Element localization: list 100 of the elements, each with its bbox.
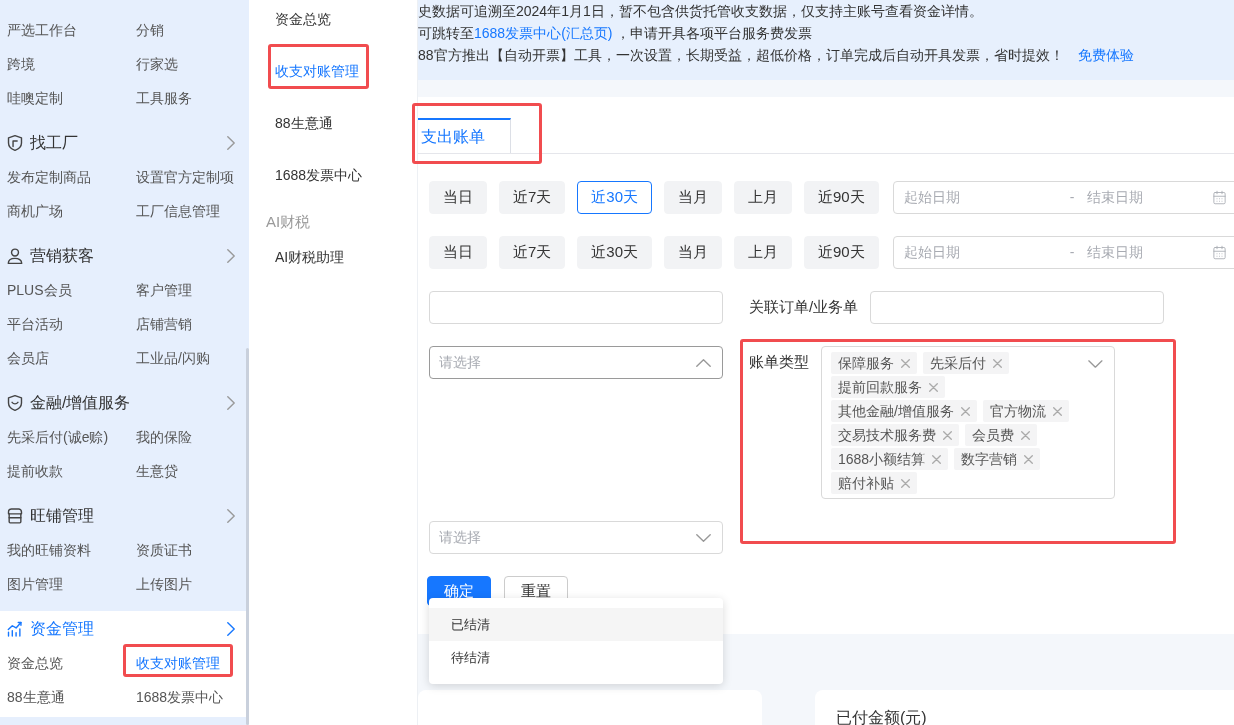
sidebar-link[interactable]: 我的保险 (136, 427, 192, 447)
sidebar-link[interactable]: 平台活动 (7, 314, 63, 334)
field-label: 关联订单/业务单 (749, 297, 859, 318)
sidebar-link[interactable]: 工厂信息管理 (136, 201, 220, 221)
chevron-right-icon (227, 395, 235, 410)
tag-label: 1688小额结算 (838, 450, 926, 469)
chevron-down-icon (1088, 360, 1103, 368)
submenu-link[interactable]: 1688发票中心 (275, 165, 363, 185)
chevron-up-icon (696, 358, 711, 367)
sidebar-link[interactable]: 设置官方定制项 (136, 167, 234, 187)
tag-label: 保障服务 (838, 354, 894, 373)
tag-label: 会员费 (972, 426, 1014, 445)
date-preset-button[interactable]: 上月 (734, 236, 793, 269)
notice-text: 史数据可追溯至2024年1月1日，暂不包含供货托管收支数据，仅支持主账号查看资金详情。 (418, 2, 984, 21)
sidebar-link[interactable]: 图片管理 (7, 574, 63, 594)
close-icon[interactable] (943, 430, 952, 440)
close-icon[interactable] (993, 358, 1002, 368)
sidebar-link[interactable]: 客户管理 (136, 280, 192, 300)
date-preset-button[interactable]: 当日 (429, 181, 487, 214)
select-placeholder: 请选择 (439, 353, 481, 372)
multi-select-field[interactable]: 保障服务 先采后付 提前回款服务 其他金融/增值服务 官方物流 交易技术服务费 会员费 1688小额结算 数字营销 赔付补贴 (821, 346, 1115, 499)
sidebar-link[interactable]: 工具服务 (136, 88, 192, 108)
chevron-right-icon (227, 508, 235, 523)
date-preset-button[interactable]: 当月 (664, 181, 723, 214)
calendar-icon (1211, 245, 1227, 260)
close-icon[interactable] (901, 358, 910, 368)
close-icon[interactable] (960, 406, 970, 416)
tag-label: 提前回款服务 (838, 378, 922, 397)
chevron-right-icon (227, 135, 235, 150)
sidebar-section-header[interactable]: 找工厂 (0, 125, 246, 160)
dropdown-option[interactable]: 待结清 (429, 641, 723, 674)
dropdown-option[interactable]: 已结清 (429, 608, 723, 641)
select-placeholder: 请选择 (439, 528, 481, 547)
submenu-link[interactable]: AI财税助理 (275, 247, 345, 267)
close-icon[interactable] (932, 454, 942, 464)
chevron-right-icon (227, 621, 235, 636)
shield-icon (7, 394, 23, 411)
text-input[interactable] (429, 291, 723, 324)
scrollbar-thumb[interactable] (246, 348, 249, 725)
start-date-placeholder: 起始日期 (903, 189, 960, 205)
date-preset-button[interactable]: 当日 (429, 236, 487, 269)
sidebar-link[interactable]: 工业品/闪购 (136, 348, 210, 368)
date-preset-button[interactable]: 近30天 (577, 181, 653, 214)
field-label: 账单类型 (749, 352, 809, 372)
close-icon[interactable] (1021, 430, 1030, 440)
sidebar-section-header[interactable]: 营销获客 (0, 238, 246, 273)
notice-link[interactable]: 免费体验 (1077, 47, 1134, 63)
date-preset-button[interactable]: 近90天 (804, 236, 879, 269)
date-preset-button[interactable]: 近30天 (577, 236, 653, 269)
start-date-placeholder: 起始日期 (903, 244, 960, 260)
sidebar-link[interactable]: 店铺营销 (136, 314, 192, 334)
notice-text: 88官方推出【自动开票】工具，一次设置，长期受益，超低价格，订单完成后自动开具发票，省时提效！ 免费体验 (418, 46, 1135, 65)
sidebar-link[interactable]: 先采后付(诚e赊) (7, 427, 109, 447)
date-preset-button[interactable]: 近7天 (499, 181, 566, 214)
sidebar-section-header[interactable]: 资金管理 (0, 611, 246, 646)
sidebar-link[interactable]: 哇噢定制 (7, 88, 63, 108)
text-input[interactable] (870, 291, 1165, 324)
shield-icon (7, 134, 23, 151)
tag-label: 赔付补贴 (838, 474, 894, 493)
close-icon[interactable] (929, 382, 938, 392)
sidebar-link[interactable]: 资金总览 (7, 653, 63, 673)
submenu-link[interactable]: 资金总览 (275, 9, 331, 29)
date-preset-button[interactable]: 近7天 (499, 236, 566, 269)
sidebar-link[interactable]: 生意贷 (136, 461, 178, 481)
chevron-right-icon (227, 248, 235, 263)
date-preset-button[interactable]: 近90天 (804, 181, 879, 214)
sidebar-section-header[interactable]: 金融/增值服务 (0, 385, 246, 420)
close-icon[interactable] (1024, 454, 1034, 464)
sidebar-link[interactable]: 发布定制商品 (7, 167, 91, 187)
submenu-link[interactable]: 收支对账管理 (275, 61, 359, 81)
sidebar-link[interactable]: 上传图片 (136, 574, 192, 594)
date-preset-button[interactable]: 当月 (664, 236, 723, 269)
date-preset-button[interactable]: 上月 (734, 181, 793, 214)
sidebar-link[interactable]: 分销 (136, 20, 164, 40)
sidebar-link[interactable]: 会员店 (7, 348, 49, 368)
sidebar-section-header[interactable]: 旺铺管理 (0, 498, 246, 533)
range-separator: - (1069, 189, 1075, 205)
close-icon[interactable] (1052, 406, 1062, 416)
sidebar-link[interactable]: 行家选 (136, 54, 178, 74)
sidebar-link[interactable]: 88生意通 (7, 687, 65, 707)
submenu-link[interactable]: 88生意通 (275, 113, 333, 133)
close-icon[interactable] (901, 478, 910, 488)
tag-label: 其他金融/增值服务 (838, 402, 954, 421)
tab[interactable]: 支出账单 (418, 118, 511, 153)
sidebar-link[interactable]: 跨境 (7, 54, 35, 74)
sidebar-link[interactable]: 提前收款 (7, 461, 63, 481)
sidebar-link[interactable]: PLUS会员 (7, 280, 72, 300)
sidebar-link[interactable]: 资质证书 (136, 540, 192, 560)
sidebar-link[interactable]: 严选工作台 (7, 20, 77, 40)
sidebar-link[interactable]: 商机广场 (7, 201, 63, 221)
sidebar-link[interactable]: 1688发票中心 (136, 687, 224, 707)
tag-label: 交易技术服务费 (838, 426, 936, 445)
sidebar-link[interactable]: 我的旺铺资料 (7, 540, 91, 560)
end-date-placeholder: 结束日期 (1086, 188, 1143, 207)
tag-label: 先采后付 (930, 354, 986, 373)
user-icon (7, 247, 23, 264)
tag-label: 数字营销 (961, 450, 1018, 469)
store-icon (7, 507, 23, 524)
sidebar-link[interactable]: 收支对账管理 (136, 653, 220, 673)
notice-link[interactable]: 1688发票中心(汇总页) (474, 25, 613, 41)
